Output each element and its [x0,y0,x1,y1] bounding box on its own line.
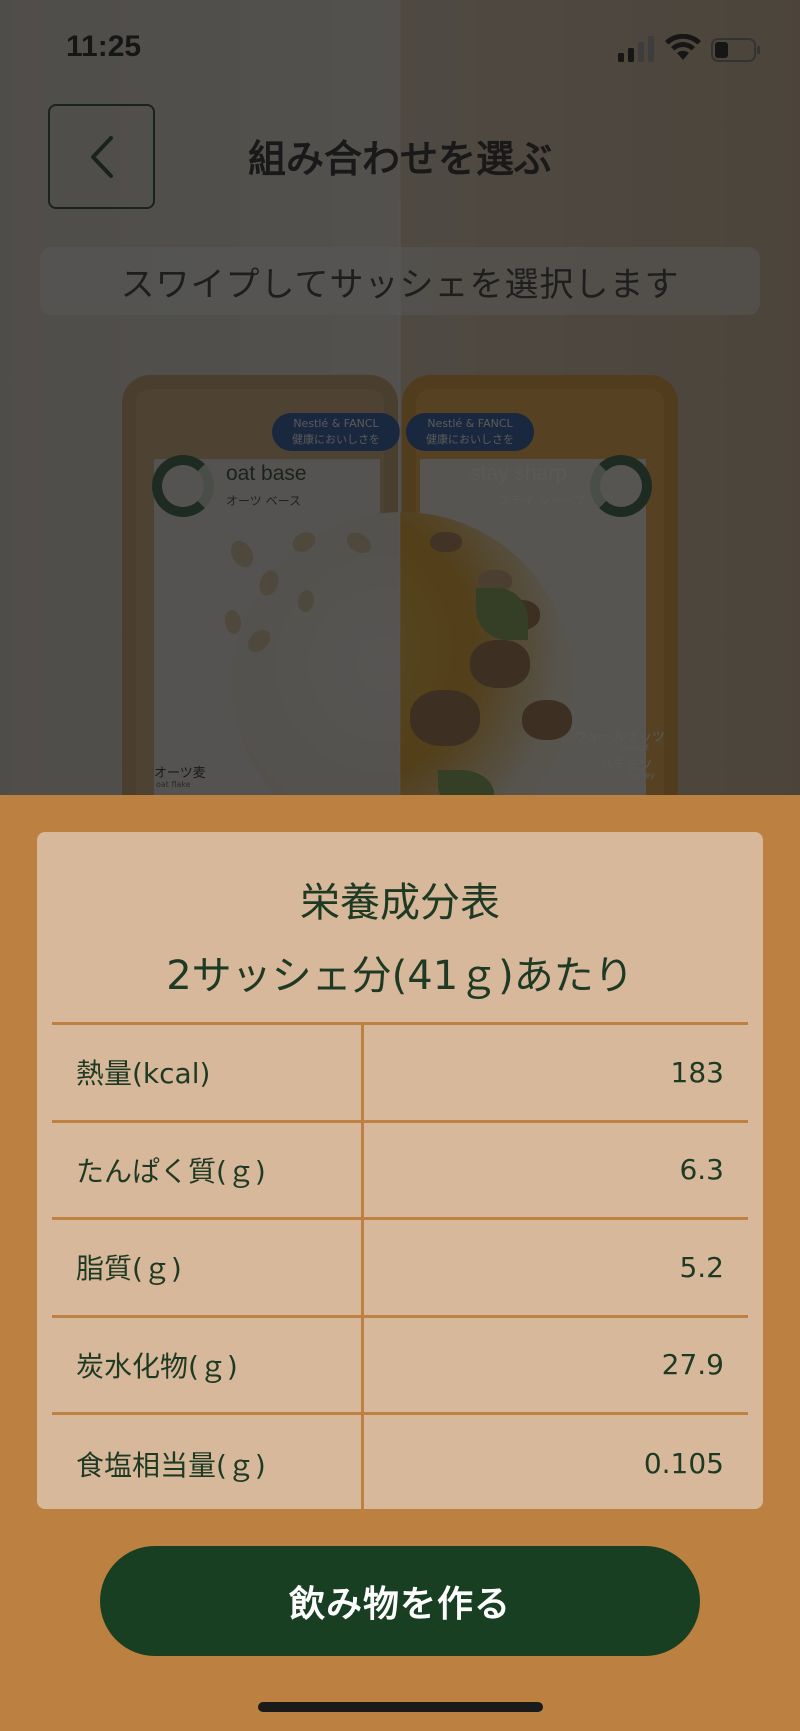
nutrient-value: 6.3 [679,1153,724,1187]
ingredient-label-right-2-en: honey [630,771,655,780]
nutrient-label: 熱量(kcal) [52,1025,364,1120]
ingredient-label-right-1: ウォールナッツ [574,730,666,745]
nutrition-table: 熱量(kcal) 183 たんぱく質(ｇ) 6.3 脂質(ｇ) 5.2 炭水化物… [52,1022,748,1513]
ingredient-label-left: オーツ麦 [154,766,206,781]
sachet-name-right: stay sharp [470,462,567,485]
sachet-divider [399,200,401,795]
nutrition-title: 栄養成分表 [300,880,500,926]
back-button[interactable] [48,104,155,209]
brand-logo-tagline: 健康においしさを [292,433,380,446]
nutrient-value: 183 [670,1055,724,1089]
nutrient-value: 0.105 [643,1447,724,1481]
walnut [470,640,530,688]
battery-icon [711,38,760,62]
walnut [522,700,572,740]
table-row: たんぱく質(ｇ) 6.3 [52,1122,748,1220]
wifi-icon [665,34,701,60]
nutrient-value: 27.9 [661,1348,724,1382]
make-drink-button[interactable]: 飲み物を作る [100,1546,700,1656]
table-row: 炭水化物(ｇ) 27.9 [52,1317,748,1415]
table-row: 熱量(kcal) 183 [52,1025,748,1123]
sachet-name-right-jp: ステイ シャープ [498,494,586,508]
ingredient-label-right-1-en: walnut [622,743,649,752]
home-indicator[interactable] [258,1702,543,1712]
brand-ring-icon [152,455,214,517]
brand-ring-icon [590,455,652,517]
cellular-signal-icon [618,36,654,62]
brand-logo-line: Nestlé & FANCL [293,417,379,430]
nutrient-label: 脂質(ｇ) [52,1220,364,1315]
nutrient-value: 5.2 [679,1250,724,1284]
table-row: 食塩相当量(ｇ) 0.105 [52,1415,748,1513]
sachet-name-left-jp: オーツ ベース [226,494,301,508]
brand-logo-tagline: 健康においしさを [426,433,514,446]
nutrient-label: たんぱく質(ｇ) [52,1122,364,1217]
nutrient-label: 炭水化物(ｇ) [52,1317,364,1412]
page-title: 組み合わせを選ぶ [247,137,552,181]
brand-logo: Nestlé & FANCL 健康においしさを [272,413,400,451]
nutrition-subtitle: 2サッシェ分(41ｇ)あたり [166,953,634,999]
ingredient-label-left-en: oat flake [156,780,191,789]
table-row: 脂質(ｇ) 5.2 [52,1220,748,1318]
almond [430,532,462,552]
status-time: 11:25 [66,30,142,63]
walnut [410,690,480,746]
chevron-left-icon [90,135,113,178]
status-bar: 11:25 [0,0,800,100]
brand-logo-line: Nestlé & FANCL [427,417,513,430]
brand-logo: Nestlé & FANCL 健康においしさを [406,413,534,451]
sachet-name-left: oat base [226,462,307,485]
nutrient-label: 食塩相当量(ｇ) [52,1415,364,1513]
sachet-preview-area[interactable]: 11:25 組み合わせを選ぶ スワイプしてサッシェを選択します Nestlé &… [0,0,800,795]
